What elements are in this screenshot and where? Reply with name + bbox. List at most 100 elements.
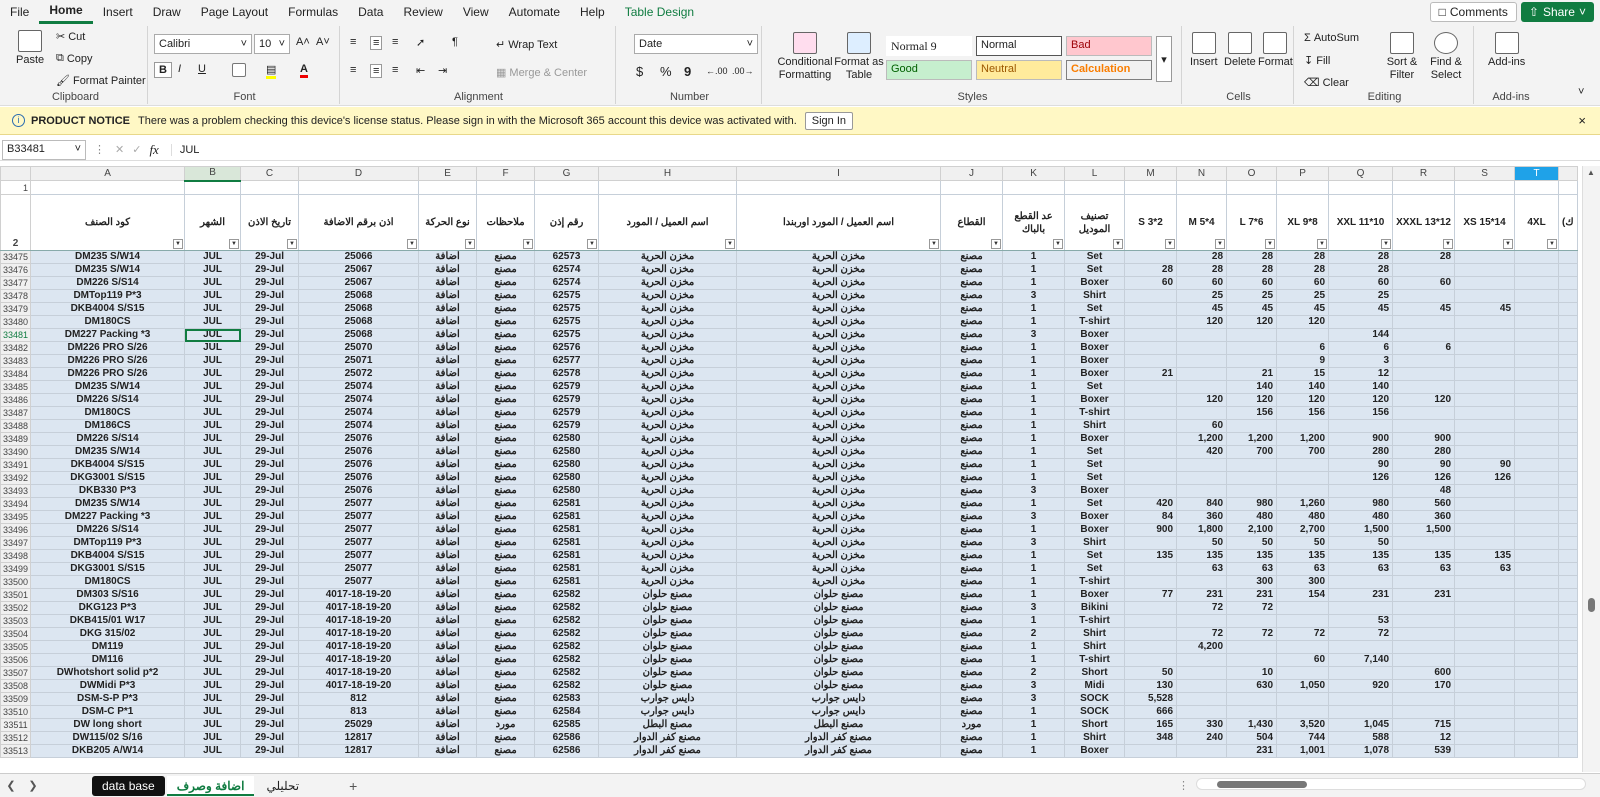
shrink-font-button[interactable]: A˅ xyxy=(316,36,330,48)
cell[interactable]: مصنع xyxy=(476,250,536,264)
cell[interactable]: 62582 xyxy=(534,653,600,667)
cell[interactable] xyxy=(1328,315,1394,329)
cell[interactable]: DM235 S/W14 xyxy=(30,263,186,277)
cell[interactable]: مخزن الحرية xyxy=(736,510,942,524)
cell[interactable]: 29-Jul xyxy=(240,393,300,407)
row-number[interactable]: 33475 xyxy=(0,250,32,264)
cell[interactable]: 1 xyxy=(1002,744,1066,758)
cell[interactable]: 6 xyxy=(1328,341,1394,355)
column-header-m[interactable]: M xyxy=(1124,166,1178,181)
table-header-cell[interactable]: الشهر ▼ xyxy=(184,194,242,251)
cell[interactable]: 45 xyxy=(1176,302,1228,316)
cell[interactable]: 4017-18-19-20 xyxy=(298,640,420,654)
row-number[interactable]: 33488 xyxy=(0,419,32,433)
cell[interactable]: مخزن الحرية xyxy=(598,367,738,381)
cell[interactable]: 120 xyxy=(1276,393,1330,407)
filter-dropdown-icon[interactable]: ▼ xyxy=(229,239,240,249)
cell[interactable]: DM226 S/S14 xyxy=(30,523,186,537)
cell[interactable] xyxy=(736,180,942,195)
cell[interactable]: 4017-18-19-20 xyxy=(298,627,420,641)
column-header-o[interactable]: O xyxy=(1226,166,1278,181)
cell[interactable] xyxy=(1558,588,1578,602)
cell[interactable] xyxy=(1454,315,1516,329)
cell[interactable]: JUL xyxy=(184,484,242,498)
cell[interactable]: 1 xyxy=(1002,250,1066,264)
cell[interactable]: 1,045 xyxy=(1328,718,1394,732)
cell[interactable]: 280 xyxy=(1328,445,1394,459)
cell[interactable]: Shirt xyxy=(1064,289,1126,303)
row-number[interactable]: 33498 xyxy=(0,549,32,563)
cell[interactable] xyxy=(1558,484,1578,498)
column-header-e[interactable]: E xyxy=(418,166,478,181)
column-header-s[interactable]: S xyxy=(1454,166,1516,181)
cell[interactable]: Boxer xyxy=(1064,328,1126,342)
cell[interactable]: Bikini xyxy=(1064,601,1126,615)
cell[interactable]: DM119 xyxy=(30,640,186,654)
cell[interactable]: 900 xyxy=(1328,432,1394,446)
cell[interactable]: مصنع xyxy=(476,328,536,342)
cell[interactable]: 62582 xyxy=(534,640,600,654)
cell[interactable]: JUL xyxy=(184,744,242,758)
cell[interactable] xyxy=(1176,666,1228,680)
cell[interactable]: مصنع xyxy=(476,744,536,758)
cell[interactable] xyxy=(1392,328,1456,342)
row-number[interactable]: 33513 xyxy=(0,744,32,758)
cell[interactable]: مصنع حلوان xyxy=(598,614,738,628)
cell[interactable]: DM227 Packing *3 xyxy=(30,510,186,524)
cell[interactable] xyxy=(30,180,186,195)
format-as-table-button[interactable]: Format as Table xyxy=(832,32,886,82)
row-number[interactable]: 33497 xyxy=(0,536,32,550)
cell[interactable]: 25072 xyxy=(298,367,420,381)
menu-draw[interactable]: Draw xyxy=(143,0,191,24)
align-top-button[interactable]: ≡ xyxy=(350,36,356,48)
cell[interactable] xyxy=(1392,601,1456,615)
cell[interactable]: مصنع xyxy=(476,588,536,602)
cell[interactable]: 25074 xyxy=(298,419,420,433)
cell[interactable]: اضافة xyxy=(418,666,478,680)
share-button[interactable]: ⇧ Share ˅ xyxy=(1520,2,1594,22)
cell[interactable]: مصنع حلوان xyxy=(598,679,738,693)
cell[interactable]: 28 xyxy=(1124,263,1178,277)
cell[interactable]: مصنع xyxy=(940,653,1004,667)
cell[interactable]: 29-Jul xyxy=(240,549,300,563)
decrease-decimal-button[interactable]: .00→ xyxy=(732,66,754,76)
cell[interactable]: JUL xyxy=(184,731,242,745)
select-all-corner[interactable] xyxy=(0,166,32,181)
cell[interactable]: JUL xyxy=(184,471,242,485)
cell[interactable] xyxy=(1392,263,1456,277)
cell[interactable]: مخزن الحرية xyxy=(598,250,738,264)
cell[interactable]: 12 xyxy=(1392,731,1456,745)
cell[interactable]: JUL xyxy=(184,263,242,277)
cell[interactable] xyxy=(1124,315,1178,329)
cell[interactable]: 29-Jul xyxy=(240,653,300,667)
cell[interactable]: مصنع xyxy=(940,263,1004,277)
horizontal-scroll-thumb[interactable] xyxy=(1217,781,1307,788)
cell[interactable] xyxy=(1558,731,1578,745)
cell[interactable]: 3 xyxy=(1002,692,1066,706)
table-header-cell[interactable]: تصنيف الموديل ▼ xyxy=(1064,194,1126,251)
cell[interactable]: 29-Jul xyxy=(240,380,300,394)
menu-file[interactable]: File xyxy=(0,0,39,24)
cell[interactable]: 29-Jul xyxy=(240,406,300,420)
cell[interactable]: 231 xyxy=(1392,588,1456,602)
cell[interactable]: 840 xyxy=(1176,497,1228,511)
column-header-next[interactable] xyxy=(1558,166,1578,181)
cell[interactable]: مخزن الحرية xyxy=(598,341,738,355)
column-header-a[interactable]: A xyxy=(30,166,186,181)
cell[interactable] xyxy=(1454,393,1516,407)
cell[interactable]: 330 xyxy=(1176,718,1228,732)
cell[interactable] xyxy=(1454,497,1516,511)
cell[interactable]: مصنع xyxy=(476,406,536,420)
menu-review[interactable]: Review xyxy=(393,0,452,24)
cell[interactable]: مصنع xyxy=(476,315,536,329)
cell[interactable] xyxy=(1558,523,1578,537)
cell[interactable]: Shirt xyxy=(1064,640,1126,654)
cell[interactable]: 140 xyxy=(1328,380,1394,394)
cell[interactable]: مصنع xyxy=(940,523,1004,537)
cell[interactable]: 300 xyxy=(1226,575,1278,589)
cell[interactable] xyxy=(1176,653,1228,667)
cell[interactable]: اضافة xyxy=(418,367,478,381)
column-header-f[interactable]: F xyxy=(476,166,536,181)
cell[interactable] xyxy=(1124,289,1178,303)
cell[interactable] xyxy=(1124,250,1178,264)
